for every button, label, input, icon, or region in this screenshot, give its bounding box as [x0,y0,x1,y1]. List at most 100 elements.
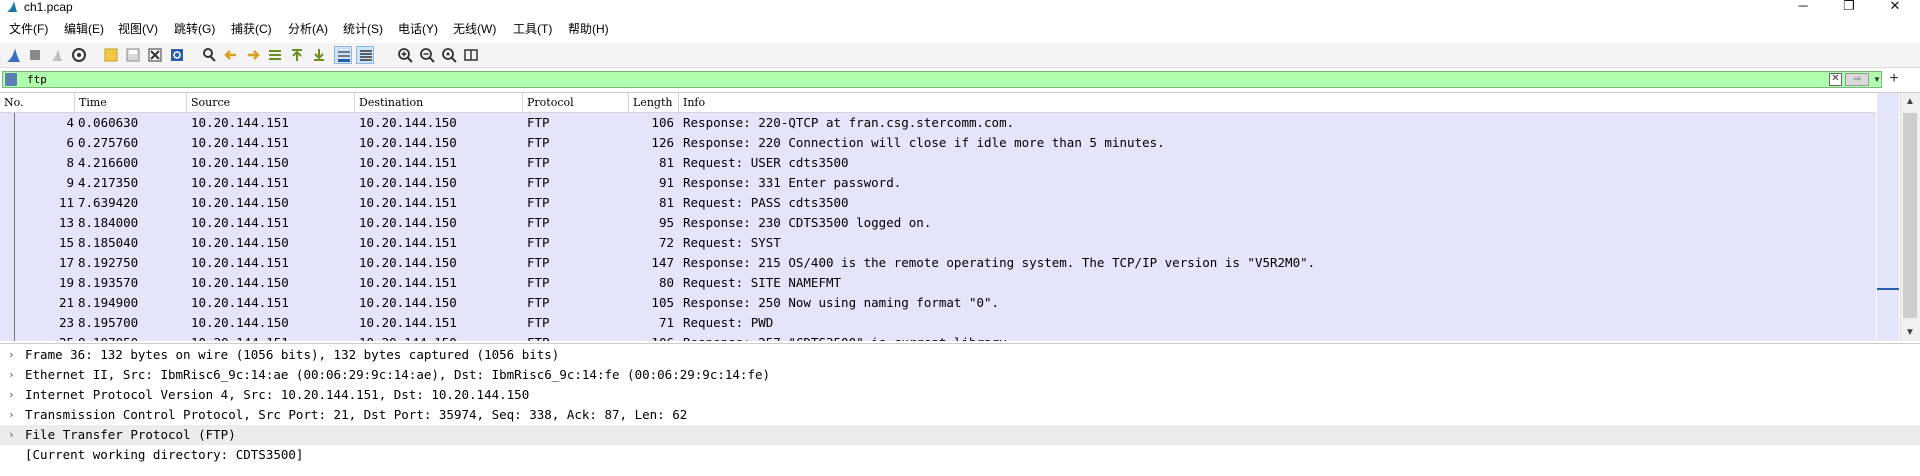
packet-no: 4 [66,115,74,130]
column-header-protocol[interactable]: Protocol [523,93,629,112]
packet-row[interactable]: 25 8.19705010.20.144.15110.20.144.150FTP 1… [0,333,1876,341]
filter-dropdown-icon[interactable]: ▼ [1872,73,1882,86]
column-header-no[interactable]: No. [0,93,75,112]
packet-source: 10.20.144.151 [191,295,289,310]
resize-columns-icon[interactable] [462,46,480,64]
packet-list: No. Time Source Destination Protocol Len… [0,92,1920,341]
add-filter-button-icon[interactable]: + [1886,71,1902,87]
zoom-in-icon[interactable] [396,46,414,64]
detail-tree-item[interactable]: › Frame 36: 132 bytes on wire (1056 bits)… [0,345,1920,365]
last-packet-icon[interactable] [310,46,328,64]
detail-tree-item[interactable]: [Current working directory: CDTS3500] [0,445,1920,465]
packet-row[interactable]: 9 4.217350 10.20.144.151 10.20.144.150 FTP 91… [0,173,1876,193]
packet-protocol: FTP [527,275,550,290]
menu-go[interactable]: 跳转(G) [171,21,218,37]
menu-analyze[interactable]: 分析(A) [285,21,331,37]
expand-arrow-icon[interactable]: › [8,385,18,405]
open-file-icon[interactable] [102,46,120,64]
reload-file-icon[interactable] [168,46,186,64]
packet-info: Request: SYST [683,235,781,250]
packet-time: 8.197050 [78,333,188,341]
detail-tree-item[interactable]: › Internet Protocol Version 4, Src: 10.20… [0,385,1920,405]
packet-row[interactable]: 23 8.195700 10.20.144.150 10.20.144.151 FTP 7… [0,313,1876,333]
display-filter-input[interactable]: ftp ✕ ⇒ ▼ [2,71,1882,88]
packet-protocol: FTP [527,235,550,250]
scroll-up-icon[interactable]: ▲ [1905,96,1915,107]
capture-options-icon[interactable] [70,46,88,64]
menu-telephony[interactable]: 电话(Y) [395,21,441,37]
detail-text: Transmission Control Protocol, Src Port:… [25,407,688,422]
packet-destination: 10.20.144.151 [359,195,457,210]
column-header-length[interactable]: Length [629,93,679,112]
go-forward-icon[interactable] [244,46,262,64]
zoom-out-icon[interactable] [418,46,436,64]
detail-tree-item[interactable]: › Ethernet II, Src: IbmRisc6_9c:14:ae (00… [0,365,1920,385]
packet-list-header: No. Time Source Destination Protocol Len… [0,93,1876,113]
packet-no: 17 [58,255,74,270]
detail-text: [Current working directory: CDTS3500] [25,447,304,462]
packet-protocol: FTP [527,315,550,330]
detail-text: Internet Protocol Version 4, Src: 10.20.… [25,387,530,402]
menu-help[interactable]: 帮助(H) [565,21,612,37]
detail-tree-item[interactable]: › File Transfer Protocol (FTP) [0,425,1920,445]
normal-size-icon[interactable] [440,46,458,64]
expand-arrow-icon[interactable]: › [8,345,18,365]
packet-row[interactable]: 15 8.185040 10.20.144.150 10.20.144.151 FTP 7… [0,233,1876,253]
menu-statistics[interactable]: 统计(S) [340,21,386,37]
packet-source: 10.20.144.151 [191,333,356,341]
restore-button[interactable]: ❐ [1826,0,1872,14]
apply-filter-icon[interactable]: ⇒ [1845,73,1869,86]
packet-row[interactable]: 11 7.639420 10.20.144.150 10.20.144.151 FTP 8… [0,193,1876,213]
packet-destination: 10.20.144.151 [359,275,457,290]
expand-arrow-icon[interactable]: › [8,425,18,445]
scroll-down-icon[interactable]: ▼ [1905,327,1915,338]
bookmark-icon[interactable] [5,73,17,86]
menu-capture[interactable]: 捕获(C) [228,21,275,37]
menu-view[interactable]: 视图(V) [115,21,161,37]
detail-tree-item[interactable]: › Transmission Control Protocol, Src Port… [0,405,1920,425]
packet-row[interactable]: 13 8.184000 10.20.144.151 10.20.144.150 FTP 9… [0,213,1876,233]
packet-source: 10.20.144.150 [191,235,289,250]
scroll-thumb[interactable] [1903,113,1917,318]
packet-row[interactable]: 6 0.275760 10.20.144.151 10.20.144.150 FTP 12… [0,133,1876,153]
packet-source: 10.20.144.151 [191,135,289,150]
restart-capture-icon[interactable] [48,46,66,64]
column-header-destination[interactable]: Destination [355,93,523,112]
save-file-icon[interactable] [124,46,142,64]
close-button[interactable]: ✕ [1872,0,1918,14]
go-back-icon[interactable] [222,46,240,64]
go-to-packet-icon[interactable] [266,46,284,64]
expand-arrow-icon[interactable]: › [8,365,18,385]
expand-arrow-icon[interactable]: › [8,405,18,425]
column-header-info[interactable]: Info [679,93,1876,112]
first-packet-icon[interactable] [288,46,306,64]
packet-length: 106 [651,115,674,130]
packet-details-pane: › Frame 36: 132 bytes on wire (1056 bits)… [0,343,1920,476]
packet-row[interactable]: 8 4.216600 10.20.144.150 10.20.144.151 FTP 81… [0,153,1876,173]
find-packet-icon[interactable] [200,46,218,64]
colorize-packets-icon[interactable] [356,46,374,64]
column-header-time[interactable]: Time [75,93,187,112]
packet-list-scrollbar[interactable]: ▲ ▼ [1900,93,1920,341]
auto-scroll-icon[interactable] [334,46,352,64]
packet-time: 8.192750 [78,255,139,270]
packet-info: Response: 331 Enter password. [683,175,902,190]
start-capture-icon[interactable] [4,46,22,64]
packet-minimap[interactable] [1877,93,1899,341]
column-header-source[interactable]: Source [187,93,355,112]
menu-wireless[interactable]: 无线(W) [450,21,499,37]
packet-row[interactable]: 21 8.194900 10.20.144.151 10.20.144.150 FTP 1… [0,293,1876,313]
packet-time: 8.193570 [78,275,139,290]
menu-tools[interactable]: 工具(T) [510,21,555,37]
stop-capture-icon[interactable] [26,46,44,64]
clear-filter-icon[interactable]: ✕ [1829,73,1842,86]
packet-row[interactable]: 19 8.193570 10.20.144.150 10.20.144.151 FTP 8… [0,273,1876,293]
filter-text[interactable]: ftp [27,72,47,87]
packet-row[interactable]: 4 0.060630 10.20.144.151 10.20.144.150 FTP 10… [0,113,1876,133]
minimize-button[interactable]: ─ [1780,0,1826,14]
menu-file[interactable]: 文件(F) [6,21,51,37]
menu-edit[interactable]: 编辑(E) [61,21,107,37]
packet-row[interactable]: 17 8.192750 10.20.144.151 10.20.144.150 FTP 1… [0,253,1876,273]
packet-destination: 10.20.144.150 [359,333,524,341]
close-file-icon[interactable] [146,46,164,64]
